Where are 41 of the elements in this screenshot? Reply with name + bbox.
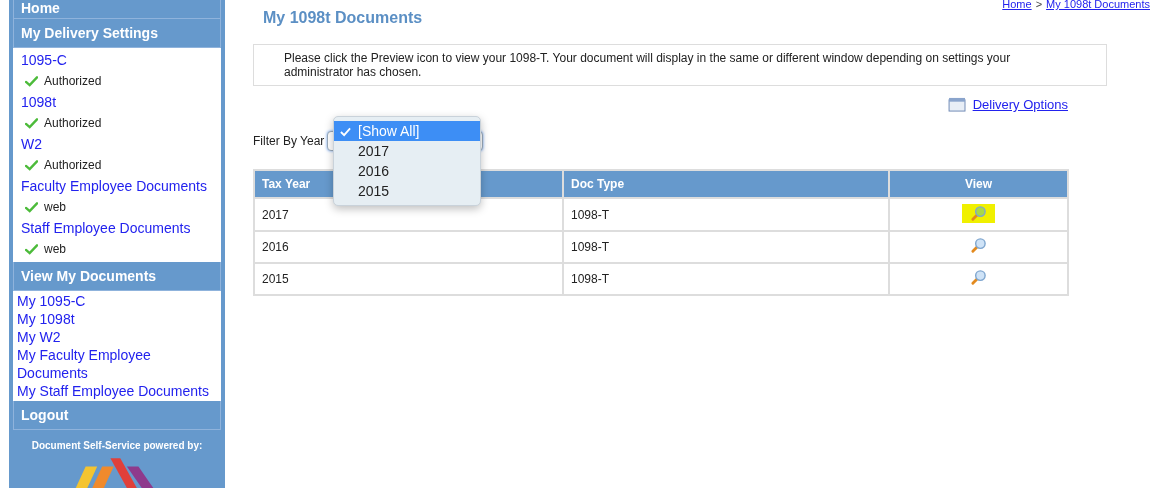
dropdown-option[interactable]: 2015 <box>334 181 480 201</box>
status-text: web <box>44 241 66 258</box>
table-cell: 1098-T <box>563 263 889 295</box>
breadcrumb-link[interactable]: My 1098t Documents <box>1046 0 1150 10</box>
powered-by-text: Document Self-Service powered by: <box>30 439 204 453</box>
check-icon <box>25 160 38 171</box>
status-text: Authorized <box>44 157 102 174</box>
window-icon <box>947 97 967 112</box>
check-icon <box>25 202 38 213</box>
status-text: Authorized <box>44 115 102 132</box>
sidebar-link[interactable]: 1095-C <box>21 50 217 71</box>
sidebar-link[interactable]: 1098t <box>21 92 217 113</box>
sidebar-link[interactable]: W2 <box>21 134 217 155</box>
delivery-options-link[interactable]: Delivery Options <box>972 97 1068 112</box>
sidebar-link[interactable]: My W2 <box>17 328 219 346</box>
status-text: web <box>44 199 66 216</box>
sidebar-link[interactable]: Faculty Employee Documents <box>21 176 217 197</box>
dropdown-option[interactable]: 2017 <box>334 141 480 161</box>
search-icon[interactable] <box>962 204 995 223</box>
notice-text: Please click the Preview icon to view your 1098-T. Your document will display in the same or different window depending on settings your administrator has chosen. <box>284 51 1011 79</box>
page-title: My 1098t Documents <box>263 9 424 27</box>
table-cell: 1098-T <box>563 231 889 263</box>
sidebar-link[interactable]: My 1095-C <box>17 292 219 310</box>
table-cell: 2017 <box>254 198 563 231</box>
status-text: Authorized <box>44 73 102 90</box>
check-icon <box>25 244 38 255</box>
column-header: View <box>889 170 1068 198</box>
table-cell: 2015 <box>254 263 563 295</box>
breadcrumb-link[interactable]: Home <box>1002 0 1032 10</box>
check-icon <box>25 118 38 129</box>
column-header: Doc Type <box>563 170 889 198</box>
check-icon <box>25 76 38 87</box>
sidebar-link[interactable]: Staff Employee Documents <box>21 218 217 239</box>
sidebar-link[interactable]: My Faculty Employee Documents <box>17 346 219 382</box>
breadcrumb-separator: > <box>1035 0 1043 10</box>
sidebar-link[interactable]: My Staff Employee Documents <box>17 382 219 400</box>
table-cell: 2016 <box>254 231 563 263</box>
sidebar-link[interactable]: My 1098t <box>17 310 219 328</box>
filter-label: Filter By Year <box>253 134 325 148</box>
check-icon <box>340 127 351 138</box>
table-cell: 1098-T <box>563 198 889 231</box>
